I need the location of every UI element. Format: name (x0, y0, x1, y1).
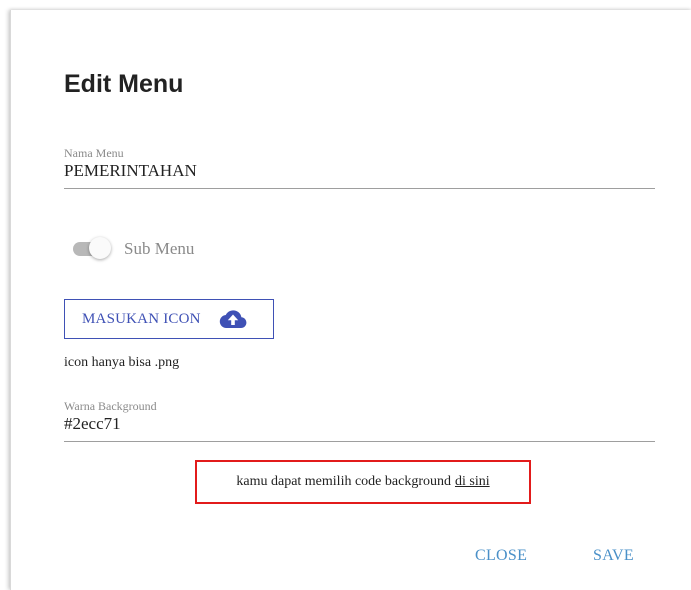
notice-text: kamu dapat memilih code background (236, 474, 451, 489)
upload-icon-button[interactable]: MASUKAN ICON (64, 299, 274, 339)
screen: Edit Menu Nama Menu PEMERINTAHAN Sub Men… (0, 0, 691, 590)
background-color-input[interactable]: #2ecc71 (64, 413, 655, 441)
sub-menu-label: Sub Menu (124, 239, 195, 258)
menu-name-field[interactable]: Nama Menu PEMERINTAHAN (64, 146, 655, 189)
switch-thumb[interactable] (89, 237, 111, 259)
dialog-title: Edit Menu (64, 70, 184, 98)
close-button[interactable]: CLOSE (475, 547, 527, 565)
upload-icon-button-label: MASUKAN ICON (82, 310, 201, 327)
background-color-label: Warna Background (64, 399, 157, 413)
switch-track[interactable] (73, 237, 111, 259)
color-picker-notice: kamu dapat memilih code background di si… (195, 460, 531, 504)
background-color-field[interactable]: Warna Background #2ecc71 (64, 399, 655, 442)
menu-name-label: Nama Menu (64, 146, 124, 160)
save-button[interactable]: SAVE (593, 547, 634, 565)
edit-menu-dialog: Edit Menu Nama Menu PEMERINTAHAN Sub Men… (10, 10, 691, 590)
cloud-upload-icon (219, 309, 247, 329)
icon-format-hint: icon hanya bisa .png (64, 355, 180, 370)
sub-menu-toggle[interactable]: Sub Menu (73, 235, 194, 263)
color-picker-link[interactable]: di sini (455, 474, 490, 490)
menu-name-input[interactable]: PEMERINTAHAN (64, 160, 655, 188)
